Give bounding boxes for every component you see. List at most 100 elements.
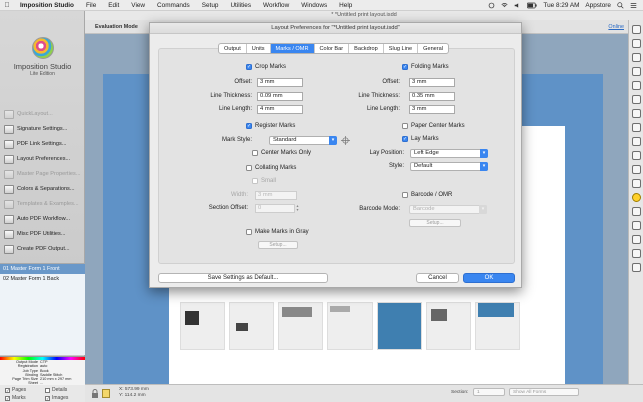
spotlight-search-icon[interactable] — [617, 1, 624, 9]
barcode-mode-select[interactable]: Barcode ▾ — [409, 205, 487, 214]
menu-workflow[interactable]: Workflow — [257, 2, 295, 9]
menu-app-name[interactable]: Imposition Studio — [14, 2, 80, 9]
menu-utilities[interactable]: Utilities — [224, 2, 257, 9]
barcode-omr-checkbox[interactable]: Barcode / OMR — [402, 192, 452, 198]
list-item[interactable]: 02 Master Form 1 Back — [0, 274, 85, 284]
ok-button[interactable]: OK — [463, 273, 515, 283]
lock-icon[interactable] — [91, 389, 99, 398]
lay-style-select[interactable]: Default ▾ — [410, 162, 488, 171]
note-icon[interactable] — [102, 389, 110, 398]
gray-setup-button[interactable]: Setup... — [258, 241, 298, 249]
apple-menu-icon[interactable]:  — [0, 2, 14, 9]
sidebar-item-master-page-properties[interactable]: Master Page Properties... — [2, 167, 83, 181]
tab-output[interactable]: Output — [219, 44, 247, 53]
pages-checkbox[interactable]: ✓ Pages — [5, 387, 26, 393]
crop-length-input[interactable]: 4 mm — [257, 105, 303, 114]
mark-style-select[interactable]: Standard ▾ — [269, 136, 337, 145]
tab-slug-line[interactable]: Slug Line — [384, 44, 419, 53]
edit-icon[interactable] — [631, 81, 641, 90]
menu-windows[interactable]: Windows — [295, 2, 333, 9]
monitor-icon[interactable] — [631, 221, 641, 230]
menu-edit[interactable]: Edit — [102, 2, 125, 9]
section-select[interactable]: 1 — [473, 388, 505, 396]
menu-view[interactable]: View — [125, 2, 151, 9]
sidebar-item-colors-separations[interactable]: Colors & Separations... — [2, 182, 83, 196]
layers-icon[interactable] — [631, 95, 641, 104]
sidebar-item-layout-preferences[interactable]: Layout Preferences... — [2, 152, 83, 166]
tab-general[interactable]: General — [418, 44, 448, 53]
page-thumbnail[interactable] — [180, 302, 226, 350]
sidebar-item-quicklayout[interactable]: QuickLayout... — [2, 107, 83, 121]
page-icon[interactable] — [631, 53, 641, 62]
forms-filter-select[interactable]: Show All Forms — [509, 388, 579, 396]
pages-icon[interactable] — [631, 67, 641, 76]
menu-file[interactable]: File — [80, 2, 102, 9]
section-offset-stepper[interactable]: ▴ ▾ — [295, 204, 300, 213]
page-thumbnail[interactable] — [474, 302, 520, 350]
menu-setup[interactable]: Setup — [196, 2, 225, 9]
battery-icon[interactable] — [527, 2, 538, 9]
list-item[interactable]: 01 Master Form 1 Front — [0, 264, 85, 274]
help-icon[interactable] — [631, 193, 641, 202]
info-icon[interactable] — [631, 207, 641, 216]
details-checkbox[interactable]: Details — [45, 387, 67, 393]
eye-icon[interactable] — [631, 249, 641, 258]
page-thumbnail[interactable] — [327, 302, 373, 350]
section-offset-input[interactable]: 0 — [255, 204, 295, 213]
distribute-icon[interactable] — [631, 123, 641, 132]
wifi-icon[interactable] — [501, 2, 508, 9]
tab-units[interactable]: Units — [247, 44, 271, 53]
collating-marks-checkbox[interactable]: Collating Marks — [246, 165, 296, 171]
page-thumbnail[interactable] — [229, 302, 275, 350]
preview-icon[interactable] — [631, 235, 641, 244]
lay-marks-checkbox[interactable]: ✓ Lay Marks — [402, 136, 439, 142]
menu-commands[interactable]: Commands — [151, 2, 196, 9]
fold-offset-input[interactable]: 3 mm — [409, 78, 455, 87]
sync-icon[interactable] — [488, 2, 495, 9]
register-marks-checkbox[interactable]: ✓ Register Marks — [246, 123, 295, 129]
save-default-button[interactable]: Save Settings as Default... — [158, 273, 328, 283]
marks-icon[interactable] — [631, 165, 641, 174]
sidebar-item-templates-examples[interactable]: Templates & Examples... — [2, 197, 83, 211]
tab-marks-omr[interactable]: Marks / OMR — [270, 44, 315, 53]
crop-marks-checkbox[interactable]: ✓ Crop Marks — [246, 64, 286, 70]
print-icon[interactable] — [631, 263, 641, 272]
collate-width-input[interactable]: 3 mm — [255, 191, 297, 200]
move-icon[interactable] — [631, 137, 641, 146]
align-icon[interactable] — [631, 109, 641, 118]
marks-checkbox[interactable]: ✓ Marks — [5, 395, 26, 401]
fold-thickness-input[interactable]: 0.35 mm — [409, 92, 455, 101]
sidebar-item-create-pdf-output[interactable]: Create PDF Output... — [2, 242, 83, 256]
images-checkbox[interactable]: ✓ Images — [45, 395, 68, 401]
sidebar-item-misc-pdf-utilities[interactable]: Misc PDF Utilities... — [2, 227, 83, 241]
crop-offset-input[interactable]: 3 mm — [257, 78, 303, 87]
volume-icon[interactable] — [514, 2, 521, 9]
menu-user[interactable]: Appstore — [585, 2, 611, 9]
sidebar-item-auto-pdf-workflow[interactable]: Auto PDF Workflow... — [2, 212, 83, 226]
zoom-out-icon[interactable] — [631, 39, 641, 48]
sidebar-item-signature-settings[interactable]: Signature Settings... — [2, 122, 83, 136]
page-thumbnail[interactable] — [278, 302, 324, 350]
page-thumbnail[interactable] — [425, 302, 471, 350]
tab-backdrop[interactable]: Backdrop — [349, 44, 384, 53]
grid-icon[interactable] — [631, 151, 641, 160]
crop-thickness-input[interactable]: 0.09 mm — [257, 92, 303, 101]
lay-position-select[interactable]: Left Edge ▾ — [410, 149, 488, 158]
menu-clock[interactable]: Tue 8:29 AM — [543, 2, 579, 9]
zoom-in-icon[interactable] — [631, 25, 641, 34]
menu-help[interactable]: Help — [333, 2, 358, 9]
sidebar-item-pdf-link-settings[interactable]: PDF Link Settings... — [2, 137, 83, 151]
page-thumbnail[interactable] — [376, 302, 422, 350]
tab-color-bar[interactable]: Color Bar — [315, 44, 350, 53]
folding-marks-checkbox[interactable]: ✓ Folding Marks — [402, 64, 449, 70]
crop-icon[interactable] — [631, 179, 641, 188]
small-checkbox[interactable]: Small — [252, 178, 276, 184]
paper-center-marks-checkbox[interactable]: Paper Center Marks — [402, 123, 465, 129]
notification-center-icon[interactable] — [630, 2, 637, 9]
barcode-setup-button[interactable]: Setup... — [409, 219, 461, 227]
gray-marks-checkbox[interactable]: Make Marks in Gray — [246, 229, 309, 235]
fold-length-input[interactable]: 3 mm — [409, 105, 455, 114]
online-link[interactable]: Online — [608, 24, 624, 30]
cancel-button[interactable]: Cancel — [416, 273, 459, 283]
center-marks-only-checkbox[interactable]: Center Marks Only — [252, 150, 311, 156]
